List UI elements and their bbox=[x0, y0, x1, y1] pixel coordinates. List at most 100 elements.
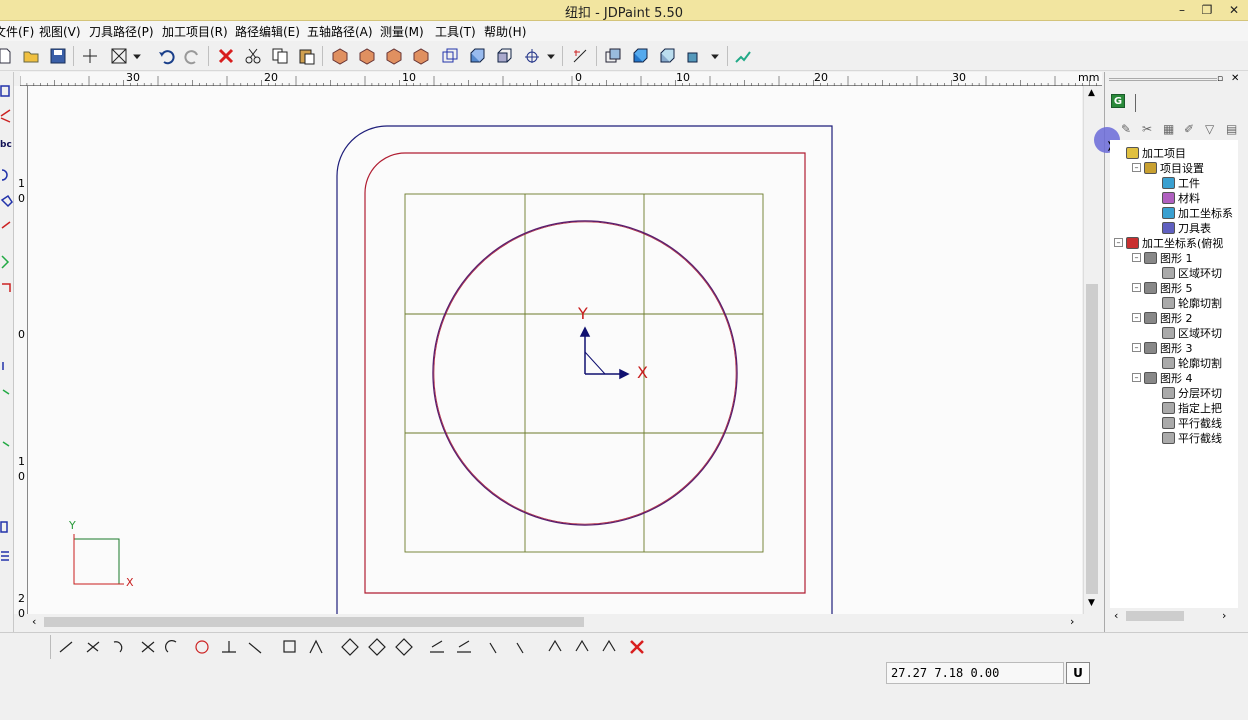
undo-icon[interactable] bbox=[155, 45, 177, 67]
tree-node[interactable]: 平行截线 bbox=[1150, 430, 1222, 445]
table-icon[interactable]: ▦ bbox=[1163, 122, 1178, 136]
tree-horizontal-scrollbar[interactable]: ‹ › bbox=[1110, 608, 1238, 624]
stack-view-icon[interactable] bbox=[683, 45, 705, 67]
menu-toolpath[interactable]: 刀具路径(P) bbox=[89, 23, 154, 40]
new-file-icon[interactable] bbox=[0, 45, 16, 67]
menu-path-edit[interactable]: 路径编辑(E) bbox=[235, 23, 300, 40]
origin-axes bbox=[579, 326, 630, 380]
tree-expander[interactable]: – bbox=[1132, 313, 1141, 322]
shaded-cube-icon[interactable] bbox=[493, 45, 515, 67]
menu-help[interactable]: 帮助(H) bbox=[484, 23, 526, 40]
tree-node-label: 区域环切 bbox=[1178, 266, 1222, 280]
restore-button[interactable]: ❐ bbox=[1195, 2, 1219, 18]
tree-expander[interactable]: – bbox=[1132, 163, 1141, 172]
wire-cube-icon[interactable] bbox=[439, 45, 461, 67]
tree-node[interactable]: – 图形 3 bbox=[1132, 340, 1193, 355]
horizontal-scrollbar[interactable]: ‹ › bbox=[28, 614, 1083, 630]
hscroll-thumb[interactable] bbox=[44, 617, 584, 627]
tree-expander[interactable]: – bbox=[1114, 238, 1123, 247]
tree-scroll-left-icon[interactable]: ‹ bbox=[1114, 609, 1118, 622]
tree-node[interactable]: 轮廓切割 bbox=[1150, 355, 1222, 370]
tree-hscroll-thumb[interactable] bbox=[1126, 611, 1184, 621]
panel-float-icon[interactable]: ▫ bbox=[1217, 74, 1223, 84]
scroll-right-icon[interactable]: › bbox=[1070, 615, 1074, 628]
tree-node[interactable]: – 图形 1 bbox=[1132, 250, 1193, 265]
view-iso-icon[interactable] bbox=[329, 45, 351, 67]
dropdown-arrow-icon[interactable] bbox=[544, 45, 558, 67]
tree-node[interactable]: 分层环切 bbox=[1150, 385, 1222, 400]
measure-icon[interactable] bbox=[569, 45, 591, 67]
tree-expander[interactable]: – bbox=[1132, 343, 1141, 352]
drawing-canvas[interactable]: Y X Y X bbox=[28, 86, 1082, 614]
cross-snap-icon bbox=[141, 641, 155, 653]
tree-node[interactable]: 工件 bbox=[1150, 175, 1200, 190]
panel-close-icon[interactable]: ✕ bbox=[1231, 73, 1239, 84]
tree-node[interactable]: 区域环切 bbox=[1150, 265, 1222, 280]
tools-icon[interactable]: ✂ bbox=[1142, 122, 1157, 136]
tree-node[interactable]: 指定上把 bbox=[1150, 400, 1222, 415]
menu-tools[interactable]: 工具(T) bbox=[435, 23, 476, 40]
x-axis-label: X bbox=[637, 363, 648, 382]
tree-node[interactable]: – 图形 2 bbox=[1132, 310, 1193, 325]
coordinate-icon bbox=[1162, 206, 1175, 219]
delete-icon[interactable] bbox=[215, 45, 237, 67]
panel-grip[interactable] bbox=[1109, 78, 1217, 81]
simulate-icon[interactable] bbox=[732, 45, 754, 67]
crosshair-icon[interactable] bbox=[79, 45, 101, 67]
filter-icon[interactable]: ▽ bbox=[1205, 122, 1220, 136]
cut-icon[interactable] bbox=[242, 45, 264, 67]
bottom-toolbar bbox=[0, 632, 1248, 660]
solid-cube-icon[interactable] bbox=[466, 45, 488, 67]
tree-node[interactable]: 区域环切 bbox=[1150, 325, 1222, 340]
tree-node-label: 加工坐标系(俯视 bbox=[1142, 236, 1224, 250]
tree-expander[interactable]: – bbox=[1132, 253, 1141, 262]
view-front-icon[interactable] bbox=[383, 45, 405, 67]
tree-node[interactable]: – 项目设置 bbox=[1132, 160, 1204, 175]
save-icon[interactable] bbox=[47, 45, 69, 67]
copy-icon[interactable] bbox=[269, 45, 291, 67]
tree-scroll-right-icon[interactable]: › bbox=[1222, 609, 1226, 622]
view-top-icon[interactable] bbox=[356, 45, 378, 67]
scroll-left-icon[interactable]: ‹ bbox=[32, 615, 36, 628]
project-tree[interactable]: 加工项目 – 项目设置 工件 材料 加工坐标系 刀具表 – 加工坐标系(俯视 – 图形 1 区域环切 –… bbox=[1110, 140, 1238, 608]
tree-node[interactable]: 刀具表 bbox=[1150, 220, 1211, 235]
vscroll-thumb[interactable] bbox=[1086, 284, 1098, 594]
document-icon[interactable]: ▤ bbox=[1226, 122, 1241, 136]
menu-project[interactable]: 加工项目(R) bbox=[162, 23, 228, 40]
paste-icon[interactable] bbox=[296, 45, 318, 67]
tree-node[interactable]: 材料 bbox=[1150, 190, 1200, 205]
menu-measure[interactable]: 测量(M) bbox=[380, 23, 424, 40]
tree-node[interactable]: 加工项目 bbox=[1114, 145, 1186, 160]
line-tool-icon bbox=[0, 109, 11, 123]
select-box-icon[interactable] bbox=[108, 45, 130, 67]
scroll-down-icon[interactable]: ▼ bbox=[1088, 598, 1095, 608]
dropdown-arrow-icon[interactable] bbox=[708, 45, 722, 67]
frame-view-icon[interactable] bbox=[602, 45, 624, 67]
tree-node[interactable]: 平行截线 bbox=[1150, 415, 1222, 430]
edit-icon[interactable]: ✐ bbox=[1184, 122, 1199, 136]
redo-icon[interactable] bbox=[182, 45, 204, 67]
rotate-view-icon[interactable] bbox=[521, 45, 543, 67]
tree-node[interactable]: 轮廓切割 bbox=[1150, 295, 1222, 310]
tree-node[interactable]: – 图形 4 bbox=[1132, 370, 1193, 385]
menu-file[interactable]: 文件(F) bbox=[0, 23, 34, 40]
menu-view[interactable]: 视图(V) bbox=[39, 23, 81, 40]
unit-button[interactable]: U bbox=[1066, 662, 1090, 684]
vertical-scrollbar[interactable]: ▲ ▼ bbox=[1083, 86, 1100, 614]
minimize-button[interactable]: – bbox=[1170, 2, 1194, 18]
tree-expander[interactable]: – bbox=[1132, 283, 1141, 292]
tab-g[interactable]: G bbox=[1111, 94, 1125, 108]
close-button[interactable]: ✕ bbox=[1222, 2, 1246, 18]
toolpath-icon[interactable]: ✎ bbox=[1121, 122, 1136, 136]
view-side-icon[interactable] bbox=[410, 45, 432, 67]
menu-five-axis[interactable]: 五轴路径(A) bbox=[307, 23, 373, 40]
tree-node[interactable]: 加工坐标系 bbox=[1150, 205, 1233, 220]
scroll-up-icon[interactable]: ▲ bbox=[1088, 88, 1095, 98]
tree-node[interactable]: – 图形 5 bbox=[1132, 280, 1193, 295]
open-folder-icon[interactable] bbox=[20, 45, 42, 67]
dropdown-arrow-icon[interactable] bbox=[130, 45, 144, 67]
layer-view-icon[interactable] bbox=[656, 45, 678, 67]
tree-node[interactable]: – 加工坐标系(俯视 bbox=[1114, 235, 1223, 250]
tree-expander[interactable]: – bbox=[1132, 373, 1141, 382]
box-view-icon[interactable] bbox=[629, 45, 651, 67]
